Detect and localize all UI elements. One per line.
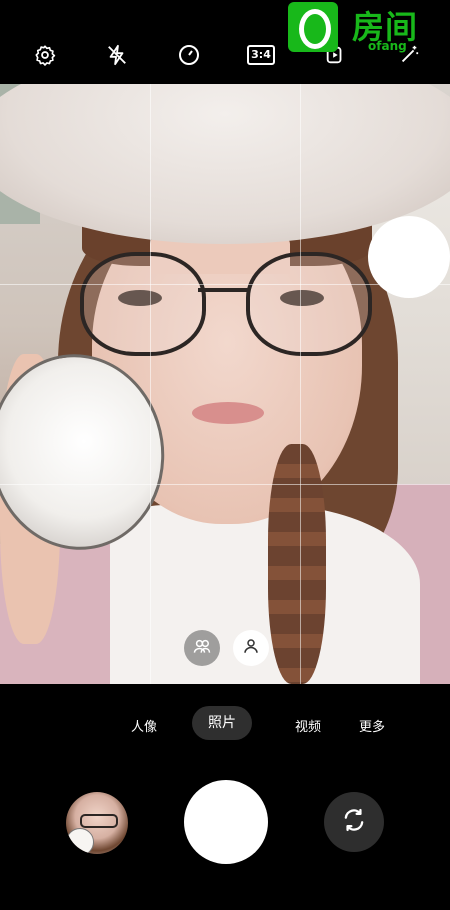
multi-face-button[interactable] [184, 630, 220, 666]
watermark-brand-en: ofang [368, 39, 407, 53]
hat [0, 84, 450, 244]
grid-line [0, 484, 450, 485]
mode-video[interactable]: 视频 [295, 716, 321, 735]
grid-line [300, 84, 301, 684]
shutter-button[interactable] [184, 780, 268, 864]
lips [192, 402, 264, 424]
aspect-ratio-icon: 3:4 [247, 45, 275, 65]
glasses-right-lens [246, 252, 372, 356]
multi-face-icon [192, 636, 212, 660]
flash-off-icon [106, 44, 128, 66]
mode-photo[interactable]: 照片 [192, 706, 252, 740]
watermark: 房间 ofang [288, 2, 442, 54]
aspect-ratio-button[interactable]: 3:4 [244, 38, 278, 72]
camera-viewfinder[interactable] [0, 84, 450, 684]
bottom-controls [0, 764, 450, 910]
switch-camera-button[interactable] [324, 792, 384, 852]
gallery-thumbnail[interactable] [66, 792, 128, 854]
thumbnail-bowl [66, 828, 94, 854]
thumbnail-glasses [80, 814, 118, 828]
grid-line [150, 84, 151, 684]
watermark-logo [288, 2, 338, 52]
single-face-icon [242, 637, 260, 659]
gear-icon [34, 44, 56, 66]
settings-button[interactable] [28, 38, 62, 72]
mode-portrait[interactable]: 人像 [131, 716, 157, 735]
mode-more[interactable]: 更多 [359, 716, 385, 735]
top-control-bar: 3:4 房间 ofang [0, 0, 450, 84]
focus-indicator[interactable] [368, 216, 450, 298]
flash-button[interactable] [100, 38, 134, 72]
mode-selector: 人像 照片 视频 更多 [0, 684, 450, 764]
glasses-bridge [198, 288, 248, 292]
single-face-button[interactable] [233, 630, 269, 666]
switch-camera-icon [340, 806, 368, 838]
timer-button[interactable] [172, 38, 206, 72]
braid [268, 444, 326, 684]
glasses-left-lens [80, 252, 206, 356]
timer-icon [177, 43, 201, 67]
